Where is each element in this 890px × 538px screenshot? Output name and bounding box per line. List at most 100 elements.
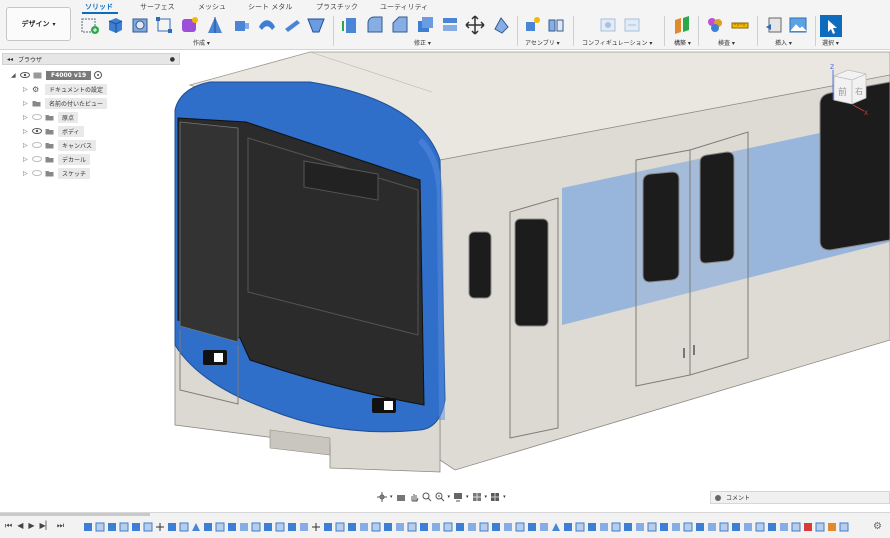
modify-group-label[interactable]: 修正 ▾: [414, 38, 431, 47]
tree-item-label[interactable]: ボディ: [58, 125, 84, 137]
insert-group-label[interactable]: 挿入 ▾: [775, 38, 792, 47]
go-to-start-icon[interactable]: ⏮: [5, 521, 12, 531]
joint-icon[interactable]: [546, 15, 566, 35]
pin-icon[interactable]: ●: [170, 56, 175, 63]
sweep-icon[interactable]: [257, 15, 277, 35]
chamfer-icon[interactable]: [390, 15, 410, 35]
pan-hand-icon[interactable]: [409, 492, 419, 502]
view-cube[interactable]: 前 右 Z X: [826, 58, 876, 120]
select-cursor-icon[interactable]: [820, 15, 842, 37]
activate-radio-icon[interactable]: [94, 71, 103, 79]
tree-item-label[interactable]: キャンバス: [58, 139, 97, 151]
chevron-down-icon[interactable]: ▾: [448, 494, 451, 500]
timeline-features[interactable]: [84, 522, 864, 532]
visibility-eye-icon[interactable]: [20, 72, 30, 78]
timeline-settings-gear-icon[interactable]: ⚙: [873, 521, 882, 532]
tree-item-decals[interactable]: ▷ デカール: [11, 152, 180, 166]
fit-zoom-icon[interactable]: [435, 492, 445, 502]
create-group-label[interactable]: 作成 ▾: [193, 38, 210, 47]
fillet-icon[interactable]: [365, 15, 385, 35]
box-icon[interactable]: [105, 15, 125, 35]
expand-triangle-icon[interactable]: ▷: [23, 128, 32, 135]
select-group-label[interactable]: 選択 ▾: [822, 38, 839, 47]
tree-item-label[interactable]: 原点: [58, 111, 79, 123]
insert-image-icon[interactable]: [788, 15, 808, 35]
zoom-icon[interactable]: [422, 492, 432, 502]
inspect-group-label[interactable]: 検査 ▾: [718, 38, 735, 47]
expand-triangle-icon[interactable]: ▷: [23, 170, 32, 177]
align-icon[interactable]: [491, 15, 511, 35]
create-sketch-icon[interactable]: [80, 15, 100, 35]
viewports-icon[interactable]: [490, 492, 500, 502]
display-settings-icon[interactable]: [453, 492, 463, 502]
configuration-rule-icon[interactable]: [622, 15, 642, 35]
tree-item-label[interactable]: デカール: [58, 153, 91, 165]
tab-solid[interactable]: ソリッド: [85, 2, 113, 12]
expand-triangle-icon[interactable]: ▷: [23, 114, 32, 121]
tree-item-named-views[interactable]: ▷ 名前の付いたビュー: [11, 96, 180, 110]
chevron-down-icon[interactable]: ▾: [503, 494, 506, 500]
tab-sheet-metal[interactable]: シート メタル: [248, 2, 292, 12]
configuration-table-icon[interactable]: [598, 15, 618, 35]
measure-shapes-icon[interactable]: [705, 15, 725, 35]
expand-triangle-icon[interactable]: ▷: [23, 142, 32, 149]
configuration-group-label[interactable]: コンフィギュレーション ▾: [582, 38, 652, 47]
measure-ruler-icon[interactable]: [730, 15, 750, 35]
comments-panel[interactable]: コメント: [710, 491, 890, 504]
insert-derive-icon[interactable]: [764, 15, 784, 35]
form-icon[interactable]: [180, 15, 200, 35]
grid-snaps-icon[interactable]: [472, 492, 482, 502]
timeline-feature-icon[interactable]: [84, 522, 849, 532]
offset-plane-icon[interactable]: [672, 15, 692, 35]
tree-item-sketches[interactable]: ▷ スケッチ: [11, 166, 180, 180]
chevron-down-icon[interactable]: ▾: [390, 494, 393, 500]
look-at-icon[interactable]: [396, 492, 406, 502]
tab-utility[interactable]: ユーティリティ: [380, 2, 428, 12]
chevron-down-icon[interactable]: ▾: [485, 494, 488, 500]
press-pull-icon[interactable]: [340, 15, 360, 35]
tree-item-canvases[interactable]: ▷ キャンバス: [11, 138, 180, 152]
expand-triangle-icon[interactable]: ▷: [23, 86, 32, 93]
root-component-label[interactable]: F4000 v19: [46, 70, 92, 80]
tab-surface[interactable]: サーフェス: [140, 2, 175, 12]
design-workspace-button[interactable]: デザイン ▾: [6, 7, 71, 41]
construct-group-label[interactable]: 構築 ▾: [674, 38, 691, 47]
tree-item-label[interactable]: ドキュメントの設定: [45, 83, 108, 95]
step-back-icon[interactable]: ◀: [17, 521, 23, 531]
timeline-scrollbar[interactable]: [0, 513, 150, 516]
visibility-eye-icon[interactable]: [32, 128, 42, 134]
hidden-eye-icon[interactable]: [32, 114, 42, 120]
hidden-eye-icon[interactable]: [32, 156, 42, 162]
hidden-eye-icon[interactable]: [32, 170, 42, 176]
combine-icon[interactable]: [440, 15, 460, 35]
orbit-icon[interactable]: [377, 492, 387, 502]
tree-item-label[interactable]: 名前の付いたビュー: [45, 97, 108, 109]
step-forward-icon[interactable]: ▶▏: [40, 521, 52, 531]
expand-triangle-icon[interactable]: ◢: [11, 72, 20, 79]
chevron-down-icon[interactable]: ▾: [466, 494, 469, 500]
loft-icon[interactable]: [306, 15, 326, 35]
collapse-panel-icon[interactable]: ◂◂: [7, 56, 13, 63]
pipe-icon[interactable]: [282, 15, 302, 35]
tab-mesh[interactable]: メッシュ: [198, 2, 226, 12]
expand-triangle-icon[interactable]: ▷: [23, 156, 32, 163]
sketch-dimension-icon[interactable]: [154, 15, 174, 35]
hidden-eye-icon[interactable]: [32, 142, 42, 148]
go-to-end-icon[interactable]: ⏭: [57, 521, 64, 531]
hole-icon[interactable]: [232, 15, 252, 35]
new-component-icon[interactable]: [523, 15, 543, 35]
viewcube-front-label[interactable]: 前: [838, 86, 847, 98]
expand-triangle-icon[interactable]: ▷: [23, 100, 32, 107]
viewcube-right-label[interactable]: 右: [855, 86, 863, 96]
tree-item-label[interactable]: スケッチ: [58, 167, 91, 179]
tree-root[interactable]: ◢ F4000 v19: [11, 68, 180, 82]
tree-item-origin[interactable]: ▷ 原点: [11, 110, 180, 124]
tree-item-document-settings[interactable]: ▷ ⚙ ドキュメントの設定: [11, 82, 180, 96]
play-icon[interactable]: ▶: [28, 521, 34, 531]
extrude-icon[interactable]: [130, 15, 150, 35]
move-icon[interactable]: [465, 15, 485, 35]
tab-plastic[interactable]: プラスチック: [316, 2, 358, 12]
tree-item-bodies[interactable]: ▷ ボディ: [11, 124, 180, 138]
shell-icon[interactable]: [415, 15, 435, 35]
revolve-icon[interactable]: [205, 15, 225, 35]
